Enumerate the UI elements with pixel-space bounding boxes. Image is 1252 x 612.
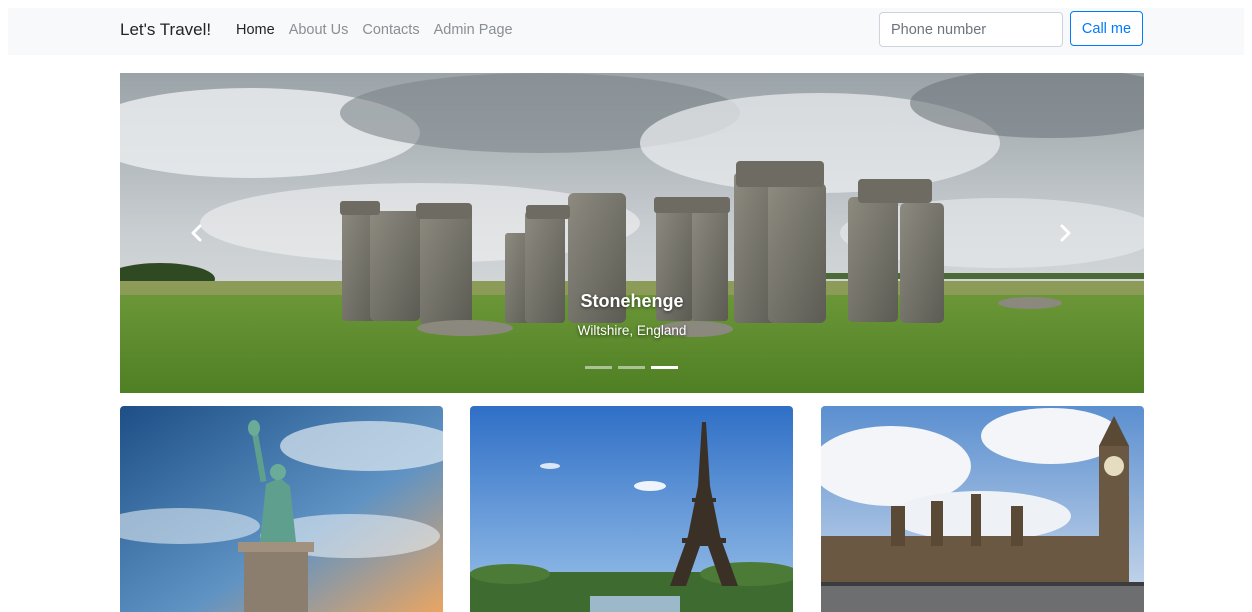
statue-of-liberty-photo — [120, 406, 443, 612]
nav-link-contacts[interactable]: Contacts — [362, 20, 419, 40]
card-statue-of-liberty — [120, 406, 443, 612]
nav-links: Home About Us Contacts Admin Page — [236, 20, 513, 40]
phone-number-input[interactable] — [879, 12, 1063, 47]
carousel-caption-title: Stonehenge — [580, 291, 684, 311]
nav-link-admin-page[interactable]: Admin Page — [434, 20, 513, 40]
call-me-button[interactable]: Call me — [1070, 11, 1143, 46]
carousel-indicator[interactable] — [618, 366, 645, 369]
carousel-indicator[interactable] — [585, 366, 612, 369]
carousel: Stonehenge Wiltshire, England — [120, 73, 1144, 393]
carousel-caption-subtitle: Wiltshire, England — [577, 323, 687, 338]
carousel-next-button[interactable] — [1052, 219, 1080, 247]
nav-link-about-us[interactable]: About Us — [289, 20, 349, 40]
stonehenge-photo — [120, 73, 1144, 393]
big-ben-westminster-photo — [821, 406, 1144, 612]
navbar: Let's Travel! Home About Us Contacts Adm… — [8, 8, 1244, 55]
carousel-indicator-active[interactable] — [651, 366, 678, 369]
brand-link[interactable]: Let's Travel! — [120, 19, 211, 41]
eiffel-tower-photo — [470, 406, 793, 612]
chevron-right-icon — [1060, 224, 1071, 242]
nav-link-home[interactable]: Home — [236, 20, 275, 40]
page: Let's Travel! Home About Us Contacts Adm… — [0, 0, 1252, 612]
carousel-indicators — [585, 366, 678, 369]
carousel-prev-button[interactable] — [182, 219, 210, 247]
card-big-ben — [821, 406, 1144, 612]
card-eiffel-tower — [470, 406, 793, 612]
chevron-left-icon — [191, 224, 202, 242]
